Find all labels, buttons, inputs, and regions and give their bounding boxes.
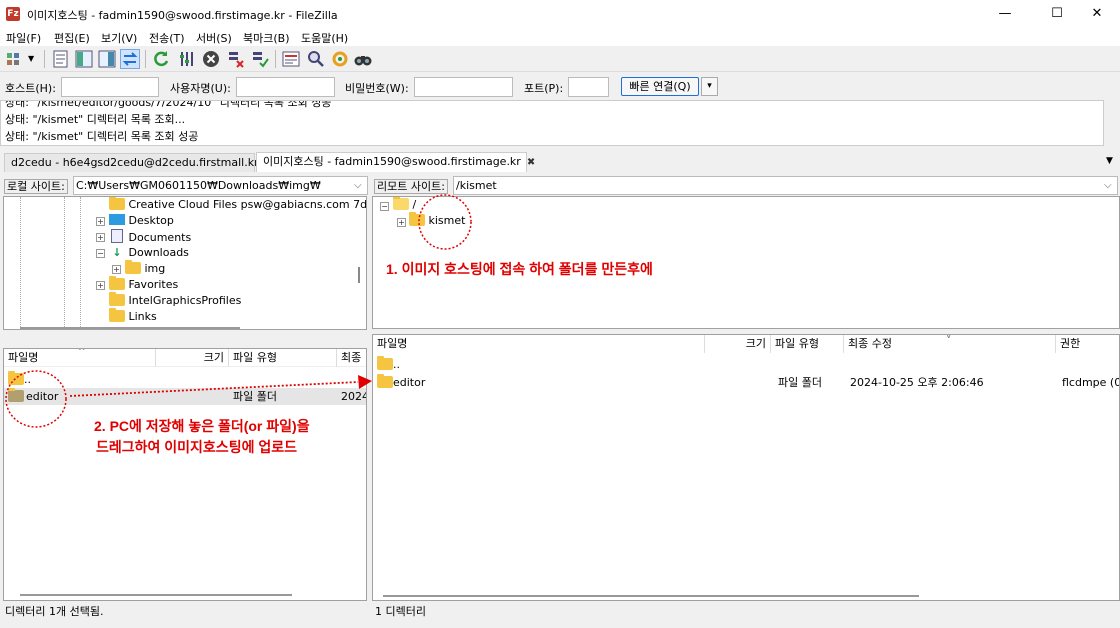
annotation-step2-line2: 드레그하여 이미지호스팅에 업로드 [96, 439, 297, 455]
highlight-circle-kismet [418, 194, 472, 250]
annotation-step2-line1: 2. PC에 저장해 놓은 폴더(or 파일)을 [94, 418, 310, 434]
drag-arrow-line [69, 381, 359, 397]
tutorial-overlay [5, 194, 472, 428]
drag-arrow-head-icon [358, 375, 372, 389]
annotation-step1: 1. 이미지 호스팅에 접속 하여 폴더를 만든후에 [386, 261, 653, 277]
highlight-circle-editor [5, 370, 67, 428]
